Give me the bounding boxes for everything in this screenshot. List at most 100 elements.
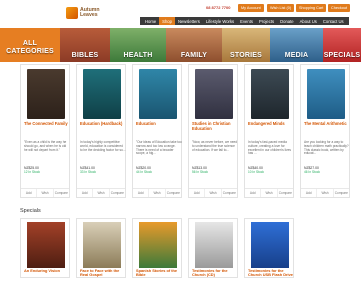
cart-button[interactable]: Shopping Cart (296, 4, 327, 12)
add-to-cart-button[interactable]: Add (21, 189, 38, 197)
product-card[interactable]: Education (Hardback) In today's highly co… (76, 64, 126, 198)
category-bibles[interactable]: BIBLES (60, 28, 110, 62)
product-card[interactable]: The Mental Arithmetic Are you looking for… (300, 64, 350, 198)
compare-button[interactable]: Compare (278, 189, 293, 197)
category-all[interactable]: ALL CATEGORIES (0, 28, 60, 62)
category-media[interactable]: MEDIA (270, 28, 323, 62)
product-title[interactable]: Education (Hardback) (80, 121, 126, 127)
product-stock: 33 In Stock (80, 170, 96, 174)
logo-line2: Leaves (80, 12, 98, 18)
add-to-cart-button[interactable]: Add (189, 189, 206, 197)
nav-events[interactable]: Events (237, 17, 256, 25)
top-bar: Autumn Leaves 08 8772 7700 My Account Wi… (0, 0, 361, 28)
product-title[interactable]: Studies in Christian Education (192, 121, 238, 131)
category-label: ALL CATEGORIES (6, 40, 54, 55)
product-actions: Add Wish Compare (189, 188, 237, 197)
nav-home[interactable]: Home (142, 17, 159, 25)
product-cover-image[interactable] (83, 69, 121, 119)
product-stock: 46 In Stock (304, 170, 320, 174)
special-title[interactable]: Testimonies for the Church (CD) (192, 268, 238, 278)
product-cover-image[interactable] (139, 69, 177, 119)
compare-button[interactable]: Compare (110, 189, 125, 197)
product-stock: 10 In Stock (248, 170, 264, 174)
add-to-cart-button[interactable]: Add (301, 189, 318, 197)
wishlist-heart-button[interactable]: Wish (205, 189, 222, 197)
special-cover-image[interactable] (251, 222, 289, 268)
nav-projects[interactable]: Projects (256, 17, 277, 25)
nav-donate[interactable]: Donate (277, 17, 297, 25)
product-card[interactable]: Endangered Minds In today's fast-paced me… (244, 64, 294, 198)
product-title[interactable]: The Connected Family (24, 121, 70, 127)
category-stories[interactable]: STORIES (222, 28, 270, 62)
phone-number: 08 8772 7700 (206, 5, 231, 10)
product-stock: 56 In Stock (192, 170, 208, 174)
product-actions: Add Wish Compare (21, 188, 69, 197)
special-card[interactable]: Testimonies for the Church (CD) (188, 218, 238, 278)
category-specials[interactable]: SPECIALS (323, 28, 361, 62)
product-actions: Add Wish Compare (133, 188, 181, 197)
product-title[interactable]: The Mental Arithmetic (304, 121, 350, 127)
product-cover-image[interactable] (251, 69, 289, 119)
special-cover-image[interactable] (139, 222, 177, 268)
product-card[interactable]: Studies in Christian Education "Now, as n… (188, 64, 238, 198)
compare-button[interactable]: Compare (54, 189, 69, 197)
special-card[interactable]: Spanish Stories of the Bible (132, 218, 182, 278)
product-card[interactable]: Education "Our ideas of Education take to… (132, 64, 182, 198)
category-label: SPECIALS (323, 52, 361, 59)
special-cover-image[interactable] (83, 222, 121, 268)
category-family[interactable]: FAMILY (166, 28, 222, 62)
nav-contact-us[interactable]: Contact Us (320, 17, 347, 25)
compare-button[interactable]: Compare (334, 189, 349, 197)
site-logo[interactable]: Autumn Leaves (66, 4, 110, 22)
add-to-cart-button[interactable]: Add (77, 189, 94, 197)
wishlist-heart-button[interactable]: Wish (37, 189, 54, 197)
product-card[interactable]: The Connected Family "Even as a child is … (20, 64, 70, 198)
main-nav: Home Shop Newsletters Lifestyle Works Ev… (140, 17, 349, 25)
add-to-cart-button[interactable]: Add (245, 189, 262, 197)
wishlist-button[interactable]: Wish List (0) (267, 4, 295, 12)
special-cover-image[interactable] (27, 222, 65, 268)
product-actions: Add Wish Compare (245, 188, 293, 197)
product-stock: 12 In Stock (24, 170, 40, 174)
product-description: In today's highly competitive world, edu… (80, 140, 126, 152)
wishlist-heart-button[interactable]: Wish (261, 189, 278, 197)
special-card[interactable]: Face to Face with the Real Gospel (76, 218, 126, 278)
product-description: In today's fast-paced media culture, cre… (248, 140, 291, 156)
nav-shop[interactable]: Shop (159, 17, 175, 25)
my-account-button[interactable]: My Account (238, 4, 264, 12)
category-label: FAMILY (180, 52, 208, 59)
special-title[interactable]: An Enduring Vision (24, 268, 70, 273)
compare-button[interactable]: Compare (166, 189, 181, 197)
special-title[interactable]: Testimonies for the Church USB Flash Dri… (248, 268, 294, 278)
product-title[interactable]: Education (136, 121, 182, 127)
add-to-cart-button[interactable]: Add (133, 189, 150, 197)
wishlist-heart-button[interactable]: Wish (149, 189, 166, 197)
product-title[interactable]: Endangered Minds (248, 121, 294, 127)
product-actions: Add Wish Compare (77, 188, 125, 197)
nav-newsletters[interactable]: Newsletters (175, 17, 203, 25)
special-title[interactable]: Spanish Stories of the Bible (136, 268, 182, 278)
checkout-button[interactable]: Checkout (328, 4, 351, 12)
wishlist-heart-button[interactable]: Wish (93, 189, 110, 197)
nav-lifestyle-works[interactable]: Lifestyle Works (203, 17, 237, 25)
category-label: STORIES (229, 52, 262, 59)
category-label: BIBLES (71, 52, 99, 59)
product-description: "Now, as never before, we need to unders… (192, 140, 238, 152)
product-actions: Add Wish Compare (301, 188, 349, 197)
special-card[interactable]: An Enduring Vision (20, 218, 70, 278)
nav-about-us[interactable]: About Us (297, 17, 320, 25)
product-description: "Even as a child is the way he should go… (24, 140, 67, 152)
product-stock: 44 In Stock (136, 170, 152, 174)
category-health[interactable]: HEALTH (110, 28, 166, 62)
product-cover-image[interactable] (27, 69, 65, 119)
special-cover-image[interactable] (195, 222, 233, 268)
product-cover-image[interactable] (307, 69, 345, 119)
category-label: HEALTH (123, 52, 153, 59)
wishlist-heart-button[interactable]: Wish (317, 189, 334, 197)
product-description: Are you looking for a way to teach child… (304, 140, 349, 156)
special-title[interactable]: Face to Face with the Real Gospel (80, 268, 126, 278)
product-cover-image[interactable] (195, 69, 233, 119)
compare-button[interactable]: Compare (222, 189, 237, 197)
category-band: ALL CATEGORIES BIBLES HEALTH FAMILY STOR… (0, 28, 361, 62)
special-card[interactable]: Testimonies for the Church USB Flash Dri… (244, 218, 294, 278)
